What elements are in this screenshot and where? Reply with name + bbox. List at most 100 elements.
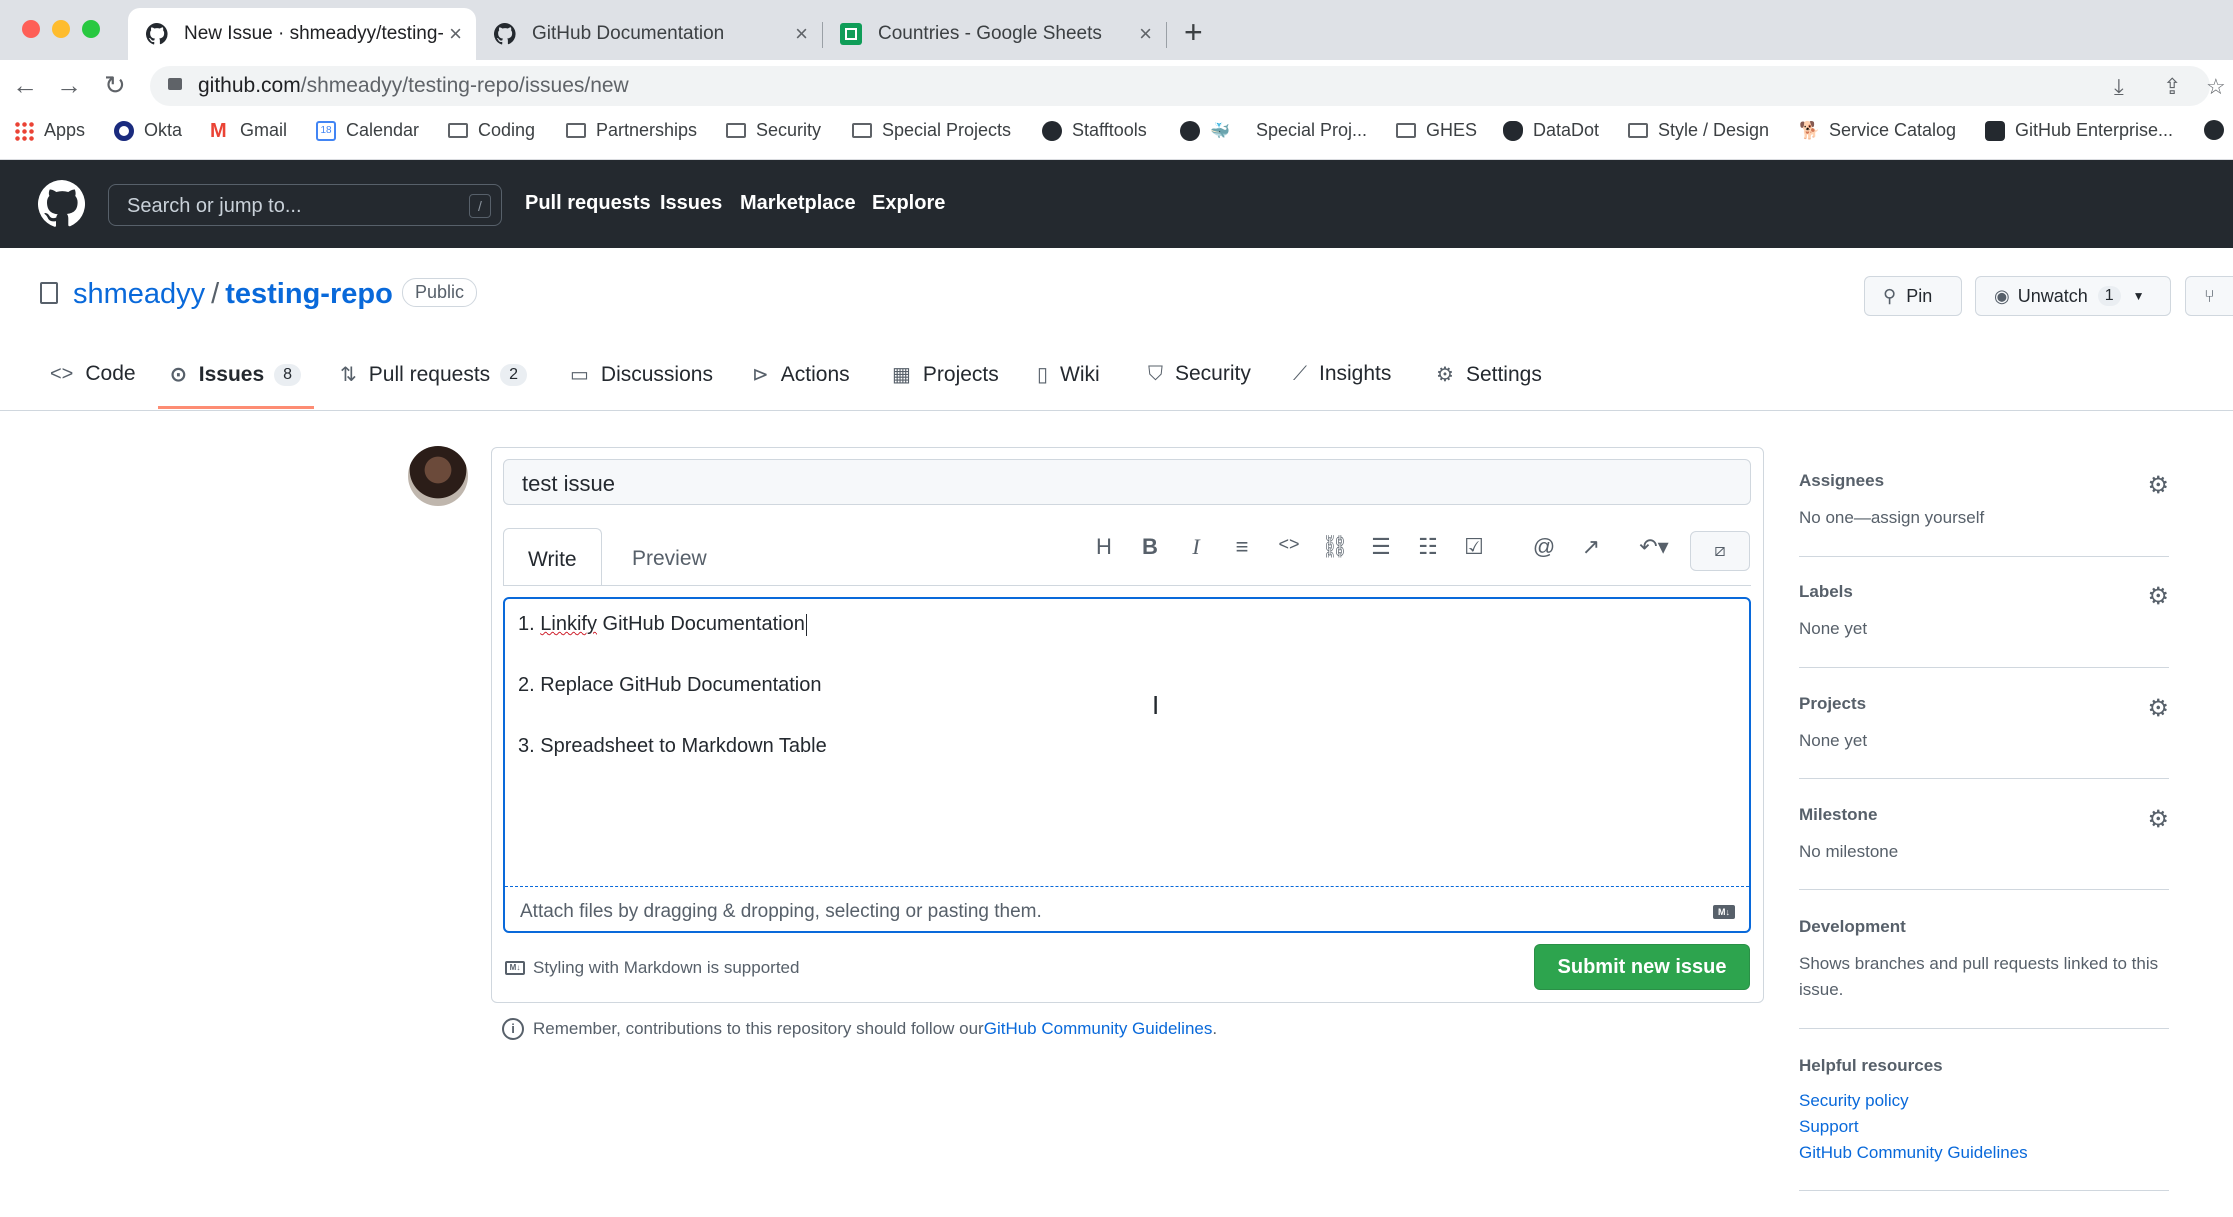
tab-preview[interactable]: Preview	[608, 528, 731, 586]
gear-icon[interactable]: ⚙	[2147, 805, 2169, 834]
attach-files-hint[interactable]: Attach files by dragging & dropping, sel…	[520, 901, 1042, 923]
community-guidelines-link[interactable]: GitHub Community Guidelines	[1799, 1140, 2169, 1166]
tab-settings[interactable]: ⚙ Settings	[1436, 362, 1542, 387]
bold-icon[interactable]: B	[1135, 534, 1165, 560]
reload-icon[interactable]: ↻	[104, 70, 126, 101]
sidebar-helpful-resources: Helpful resources Security policy Suppor…	[1799, 1056, 2169, 1166]
tab-projects[interactable]: ▦ Projects	[892, 362, 999, 387]
repo-owner-link[interactable]: shmeadyy	[73, 278, 205, 310]
bookmark-special-projects[interactable]: Special Projects	[852, 120, 1011, 141]
close-tab-icon[interactable]: ×	[449, 21, 462, 47]
minimize-window-button[interactable]	[52, 20, 70, 38]
bookmark-special-proj[interactable]: 🐳 Special Proj...	[1180, 120, 1367, 141]
submit-new-issue-button[interactable]: Submit new issue	[1534, 944, 1750, 990]
italic-icon[interactable]: I	[1181, 534, 1211, 560]
tab-actions[interactable]: ⊳ Actions	[752, 362, 850, 387]
tab-issues[interactable]: ⊙ Issues 8	[170, 362, 302, 387]
forward-arrow-icon[interactable]: →	[56, 70, 82, 101]
gear-icon[interactable]: ⚙	[2147, 471, 2169, 500]
repo-name-link[interactable]: testing-repo	[225, 278, 393, 310]
bookmark-okta[interactable]: Okta	[114, 120, 182, 141]
reply-icon[interactable]: ↶▾	[1632, 534, 1676, 560]
address-bar[interactable]: github.com/shmeadyy/testing-repo/issues/…	[150, 66, 2210, 106]
fork-button[interactable]: ⑂	[2185, 276, 2233, 316]
nav-explore[interactable]: Explore	[872, 192, 945, 215]
bookmark-security[interactable]: Security	[726, 120, 821, 141]
nav-marketplace[interactable]: Marketplace	[740, 192, 856, 215]
bookmark-star-icon[interactable]: ☆	[2206, 74, 2226, 100]
tab-label: Wiki	[1060, 362, 1100, 386]
bookmark-label: Calendar	[346, 120, 420, 140]
issue-body-editor[interactable]: 1. Linkify GitHub Documentation 2. Repla…	[503, 597, 1751, 933]
new-tab-plus-icon[interactable]: +	[1184, 14, 1203, 51]
security-policy-link[interactable]: Security policy	[1799, 1088, 2169, 1114]
text-caret	[805, 613, 808, 636]
tab-pull-requests[interactable]: ⇅ Pull requests 2	[340, 362, 528, 387]
github-favicon-icon	[494, 23, 516, 45]
projects-heading[interactable]: Projects	[1799, 694, 2169, 714]
bookmarks-bar: Apps Okta M Gmail 18 Calendar Coding Par…	[0, 112, 2233, 160]
task-list-icon[interactable]: ☑	[1459, 534, 1489, 560]
tab-security[interactable]: ⛉ Security	[1148, 362, 1251, 386]
nav-issues[interactable]: Issues	[660, 192, 722, 215]
pin-button[interactable]: ⚲ Pin	[1864, 276, 1962, 316]
tab-write[interactable]: Write	[503, 528, 602, 586]
bookmark-apps[interactable]: Apps	[14, 120, 85, 141]
labels-heading[interactable]: Labels	[1799, 582, 2169, 602]
code-icon[interactable]: <>	[1274, 534, 1304, 555]
mention-icon[interactable]: @	[1529, 534, 1559, 560]
browser-tab-google-sheets[interactable]: Countries - Google Sheets ×	[822, 8, 1166, 60]
body-line-3: 3. Spreadsheet to Markdown Table	[518, 735, 827, 757]
bookmark-partnerships[interactable]: Partnerships	[566, 120, 697, 141]
assignees-heading[interactable]: Assignees	[1799, 471, 2169, 491]
bookmark-gmail[interactable]: M Gmail	[210, 120, 287, 141]
bookmark-stafftools[interactable]: Stafftools	[1042, 120, 1147, 141]
bookmark-overflow-github[interactable]	[2204, 120, 2233, 140]
support-link[interactable]: Support	[1799, 1114, 2169, 1140]
ordered-list-icon[interactable]: ☷	[1413, 534, 1443, 560]
share-icon[interactable]: ⇪	[2163, 74, 2181, 100]
bookmark-service-catalog[interactable]: 🐕 Service Catalog	[1799, 120, 1956, 141]
close-tab-icon[interactable]: ×	[1139, 21, 1152, 47]
global-search-input[interactable]: Search or jump to... /	[108, 184, 502, 226]
bookmark-ghes[interactable]: GHES	[1396, 120, 1477, 141]
close-tab-icon[interactable]: ×	[795, 21, 808, 47]
bookmark-coding[interactable]: Coding	[448, 120, 535, 141]
gear-icon[interactable]: ⚙	[2147, 582, 2169, 611]
assignees-value[interactable]: No one—assign yourself	[1799, 505, 2169, 531]
fullscreen-toggle-icon[interactable]: ⧄	[1690, 531, 1750, 571]
issue-title-input[interactable]: test issue	[503, 459, 1751, 505]
back-arrow-icon[interactable]: ←	[12, 70, 38, 101]
issue-body-textarea[interactable]: 1. Linkify GitHub Documentation 2. Repla…	[505, 599, 1749, 887]
bookmark-github-enterprise[interactable]: GitHub Enterprise...	[1985, 120, 2173, 141]
community-guidelines-link[interactable]: GitHub Community Guidelines	[984, 1019, 1213, 1039]
browser-tab-new-issue[interactable]: New Issue · shmeadyy/testing- ×	[128, 8, 476, 60]
github-logo-icon[interactable]	[38, 180, 86, 228]
browser-tab-github-docs[interactable]: GitHub Documentation ×	[476, 8, 822, 60]
nav-pull-requests[interactable]: Pull requests	[525, 192, 651, 215]
tab-wiki[interactable]: ▯ Wiki	[1037, 362, 1100, 387]
link-icon[interactable]: ⛓	[1320, 534, 1350, 560]
heading-icon[interactable]: H	[1089, 534, 1119, 560]
unordered-list-icon[interactable]: ☰	[1366, 534, 1396, 560]
markdown-support-note[interactable]: M↓ Styling with Markdown is supported	[505, 958, 799, 978]
quote-icon[interactable]: ≡	[1227, 534, 1257, 560]
url-host: github.com	[198, 74, 301, 97]
bookmark-calendar[interactable]: 18 Calendar	[316, 120, 419, 141]
tab-insights[interactable]: ⟋ Insights	[1293, 362, 1391, 386]
table-icon: ▦	[892, 364, 911, 386]
maximize-window-button[interactable]	[82, 20, 100, 38]
unwatch-button[interactable]: ◉ Unwatch 1 ▼	[1975, 276, 2171, 316]
bookmark-label: Special Proj...	[1256, 120, 1368, 140]
install-app-icon[interactable]: ⤓	[2114, 74, 2124, 100]
markdown-note-text: Styling with Markdown is supported	[533, 958, 800, 977]
avatar[interactable]	[408, 446, 468, 506]
tab-discussions[interactable]: ▭ Discussions	[570, 362, 713, 387]
cross-reference-icon[interactable]: ↗	[1576, 534, 1606, 560]
gear-icon[interactable]: ⚙	[2147, 694, 2169, 723]
tab-code[interactable]: <> Code	[50, 362, 136, 386]
bookmark-style-design[interactable]: Style / Design	[1628, 120, 1769, 141]
milestone-heading[interactable]: Milestone	[1799, 805, 2169, 825]
close-window-button[interactable]	[22, 20, 40, 38]
bookmark-datadot[interactable]: DataDot	[1503, 120, 1599, 141]
